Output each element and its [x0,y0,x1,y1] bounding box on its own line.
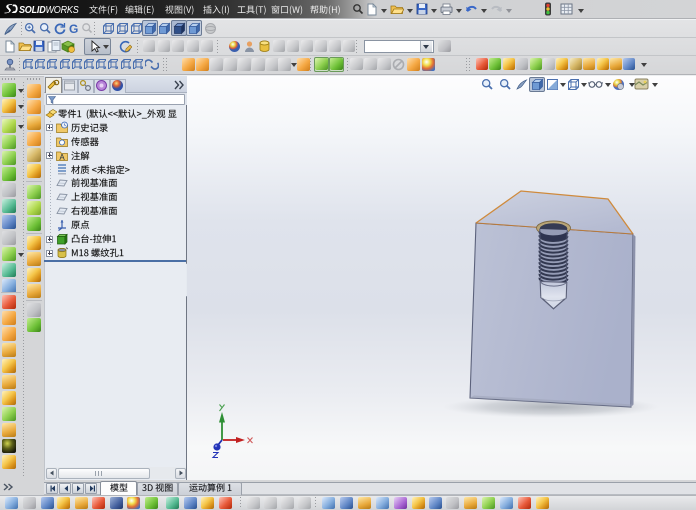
svg-text:G: G [69,22,78,35]
svg-text:A: A [59,153,65,161]
